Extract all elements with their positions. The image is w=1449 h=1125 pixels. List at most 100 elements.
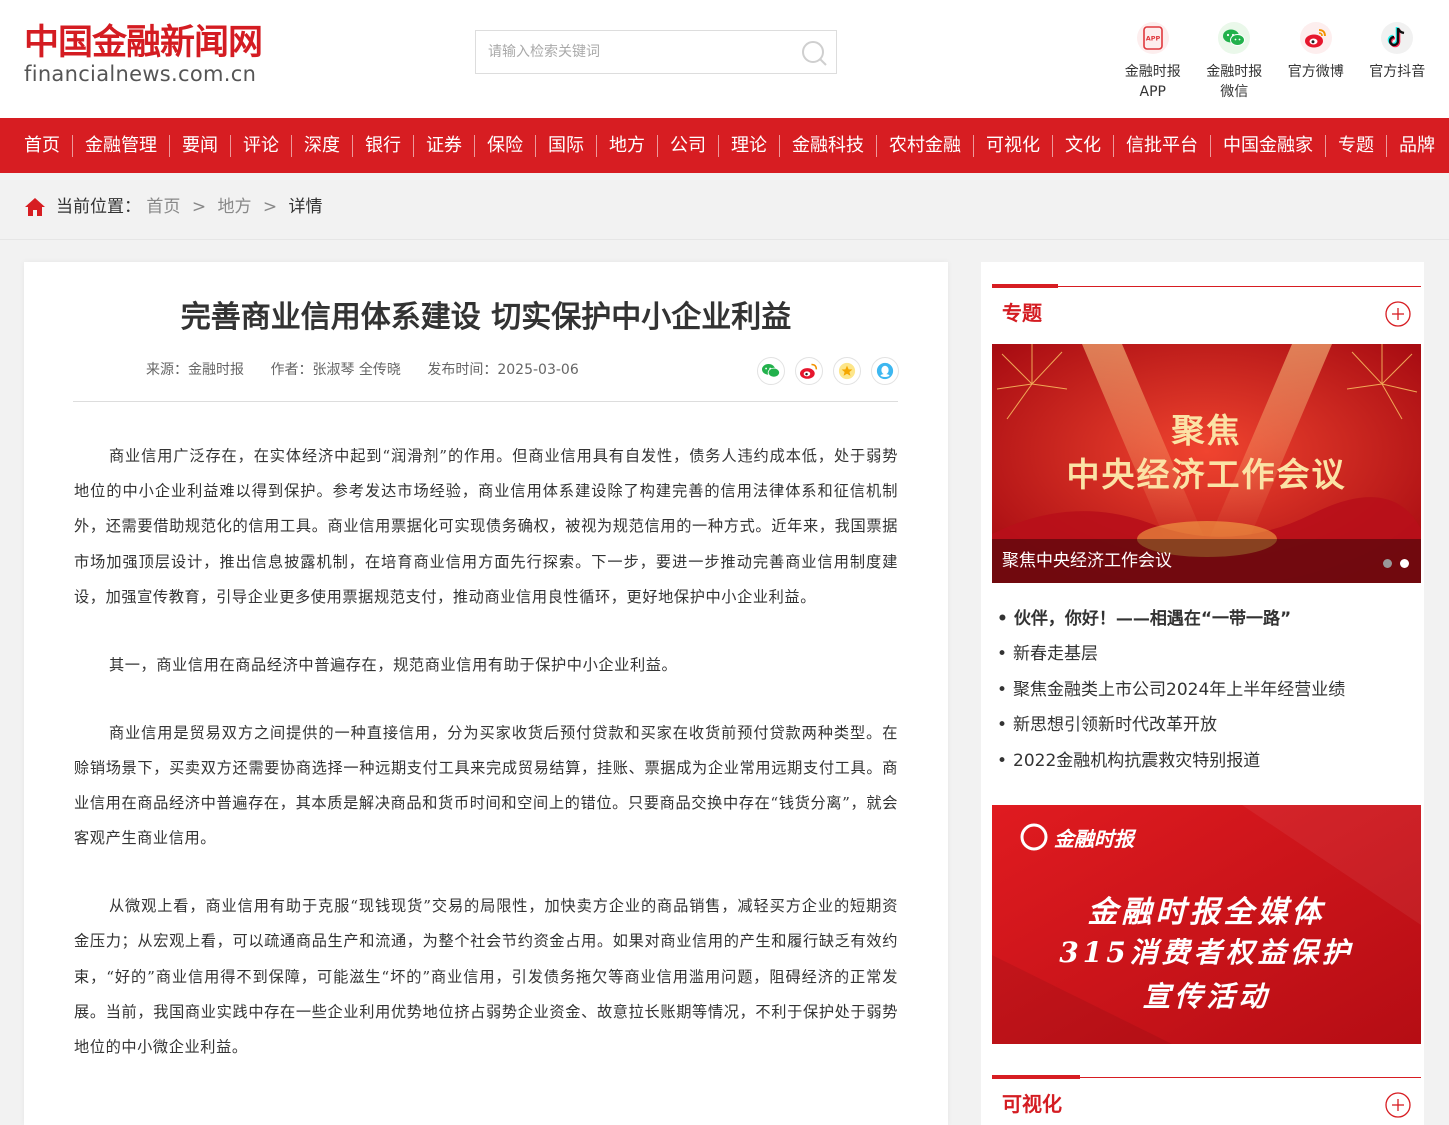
viz-section-title[interactable]: 可视化: [1002, 1091, 1062, 1117]
nav-item[interactable]: 品牌: [1386, 134, 1447, 157]
promo-line1: 金融时报全媒体: [1087, 895, 1326, 930]
wechat-icon: [1218, 22, 1251, 54]
logo-cn-text: 中国金融新闻网: [24, 22, 263, 63]
breadcrumb-home-link[interactable]: 首页: [146, 197, 180, 217]
shortcut-app-label-2: APP: [1139, 84, 1166, 100]
share-wechat-button[interactable]: [757, 357, 785, 385]
nav-list: 首页 金融管理 要闻 评论 深度 银行 证券 保险 国际 地方 公司 理论 金融科技 农村金融 可视化 文化信…: [0, 118, 1449, 173]
breadcrumb-section-link[interactable]: 地方: [217, 197, 251, 217]
nav-item[interactable]: 文化: [1052, 134, 1113, 157]
topic-link[interactable]: 聚焦金融类上市公司2024年上半年经营业绩: [997, 673, 1345, 708]
qq-icon: [876, 362, 894, 380]
weibo-icon: [1299, 22, 1332, 54]
nav-item[interactable]: 可视化: [973, 134, 1052, 157]
nav-item[interactable]: 银行: [352, 134, 413, 157]
app-icon: APP: [1136, 22, 1169, 54]
home-icon: [25, 198, 45, 216]
topic-link[interactable]: 2022金融机构抗震救灾特别报道: [997, 744, 1345, 779]
banner-caption: 聚焦中央经济工作会议: [992, 539, 1421, 583]
article-body: 商业信用广泛存在，在实体经济中起到“润滑剂”的作用。但商业信用具有自发性，债务人…: [74, 439, 898, 1098]
carousel-dot[interactable]: [1383, 559, 1392, 568]
topic-link[interactable]: 新春走基层: [997, 637, 1345, 672]
nav-item[interactable]: 证券: [413, 134, 474, 157]
nav-item[interactable]: 中国金融家: [1210, 134, 1325, 157]
topic-banner-carousel[interactable]: 聚焦 中央经济工作会议 聚焦中央经济工作会议: [992, 344, 1421, 583]
shortcut-weibo[interactable]: 官方微博: [1275, 22, 1357, 106]
topic-link[interactable]: 新思想引领新时代改革开放: [997, 708, 1345, 743]
topic-list: 伙伴，你好！——相遇在“一带一路” 新春走基层 聚焦金融类上市公司2024年上半…: [997, 602, 1345, 779]
site-logo[interactable]: 中国金融新闻网 financialnews.com.cn: [24, 24, 304, 88]
weibo-icon: [800, 363, 818, 379]
nav-item[interactable]: 金融管理: [72, 134, 169, 157]
plus-circle-icon[interactable]: [1385, 301, 1411, 327]
breadcrumb: 当前位置： 首页 > 地方 > 详情: [0, 173, 1449, 240]
svg-text:APP: APP: [1145, 35, 1160, 43]
search-box: [475, 30, 837, 74]
sidebar: 专题 聚焦 中央经济工作会议 聚焦中央经济工作会议 • 伙伴，你好！——相遇在“…: [981, 262, 1424, 1125]
nav-item[interactable]: 国际: [535, 134, 596, 157]
article-paragraph: 从微观上看，商业信用有助于克服“现钱现货”交易的局限性，加快卖方企业的商品销售，…: [74, 897, 898, 1056]
article-date: 发布时间：2025-03-06: [427, 362, 579, 378]
search-icon[interactable]: [800, 39, 828, 67]
breadcrumb-current: 详情: [288, 197, 323, 217]
article-meta: 来源：金融时报 作者：张淑琴 全传晓 发布时间：2025-03-06: [146, 360, 601, 380]
nav-item[interactable]: 专题: [1325, 134, 1386, 157]
article-author: 作者：张淑琴 全传晓: [270, 362, 401, 378]
topic-link[interactable]: 伙伴，你好！——相遇在“一带一路”: [997, 602, 1345, 637]
douyin-icon: [1381, 22, 1414, 54]
article-card: 完善商业信用体系建设 切实保护中小企业利益 来源：金融时报 作者：张淑琴 全传晓…: [24, 262, 948, 1125]
nav-item[interactable]: 理论: [718, 134, 779, 157]
shortcut-douyin-label-1: 官方抖音: [1369, 64, 1426, 80]
nav-item[interactable]: 金融科技: [779, 134, 876, 157]
promo-line3: 宣传活动: [1142, 980, 1271, 1013]
wechat-icon: [762, 364, 780, 378]
carousel-dot-active[interactable]: [1400, 559, 1409, 568]
nav-item[interactable]: 农村金融: [876, 134, 973, 157]
nav-item[interactable]: 信批平台: [1113, 134, 1210, 157]
share-weibo-button[interactable]: [795, 357, 823, 385]
shortcut-weibo-label-1: 官方微博: [1287, 64, 1344, 80]
nav-item[interactable]: 地方: [596, 134, 657, 157]
nav-item[interactable]: 保险: [474, 134, 535, 157]
nav-item[interactable]: 评论: [230, 134, 291, 157]
nav-item[interactable]: 深度: [291, 134, 352, 157]
site-header: 中国金融新闻网 financialnews.com.cn APP 金融时报 AP…: [0, 0, 1449, 118]
shortcut-wechat-label-1: 金融时报: [1206, 64, 1263, 80]
breadcrumb-separator: >: [262, 197, 278, 217]
header-shortcuts: APP 金融时报 APP 金融时报 微信 官方微博 官方抖音: [1112, 22, 1438, 106]
logo-en-text: financialnews.com.cn: [24, 62, 257, 86]
share-buttons: [757, 357, 899, 385]
shortcut-wechat[interactable]: 金融时报 微信: [1194, 22, 1276, 106]
share-favorite-button[interactable]: [833, 357, 861, 385]
star-icon: [838, 362, 856, 380]
section-accent-bar: [992, 1075, 1080, 1079]
breadcrumb-separator: >: [191, 197, 207, 217]
article-paragraph: 其一，商业信用在商品经济中普遍存在，规范商业信用有助于保护中小企业利益。: [108, 655, 678, 674]
shortcut-wechat-label-2: 微信: [1220, 84, 1249, 100]
shortcut-douyin[interactable]: 官方抖音: [1357, 22, 1439, 106]
banner-title-line1: 聚焦: [1171, 411, 1242, 450]
nav-item[interactable]: 首页: [12, 135, 72, 157]
title-divider: [73, 401, 898, 402]
share-qq-button[interactable]: [871, 357, 899, 385]
shortcut-app[interactable]: APP 金融时报 APP: [1112, 22, 1194, 106]
promo-brand-logo: 金融时报: [1054, 827, 1134, 851]
plus-circle-icon[interactable]: [1385, 1092, 1411, 1118]
shortcut-app-label-1: 金融时报: [1124, 64, 1181, 80]
section-accent-bar: [992, 284, 1058, 288]
breadcrumb-text: 当前位置： 首页 > 地方 > 详情: [56, 195, 323, 219]
nav-item[interactable]: 公司: [657, 134, 718, 157]
promo-line2: 315消费者权益保护: [1059, 936, 1354, 969]
carousel-dots: [1383, 559, 1409, 568]
promo-banner[interactable]: 金融时报 金融时报全媒体 315消费者权益保护 宣传活动: [992, 805, 1421, 1044]
topic-section-header: 专题: [992, 284, 1421, 330]
search-input[interactable]: [476, 31, 796, 73]
article-source: 来源：金融时报: [146, 362, 244, 378]
breadcrumb-prefix: 当前位置：: [56, 197, 141, 217]
banner-title-line2: 中央经济工作会议: [1066, 455, 1347, 494]
main-nav: 首页 金融管理 要闻 评论 深度 银行 证券 保险 国际 地方 公司 理论 金融科技 农村金融 可视化 文化信…: [0, 118, 1449, 173]
nav-item[interactable]: 要闻: [169, 134, 230, 157]
topic-section-title[interactable]: 专题: [1002, 300, 1042, 326]
article-paragraph: 商业信用是贸易双方之间提供的一种直接信用，分为买家收货后预付贷款和买家在收货前预…: [74, 723, 898, 848]
article-title: 完善商业信用体系建设 切实保护中小企业利益: [180, 300, 792, 335]
